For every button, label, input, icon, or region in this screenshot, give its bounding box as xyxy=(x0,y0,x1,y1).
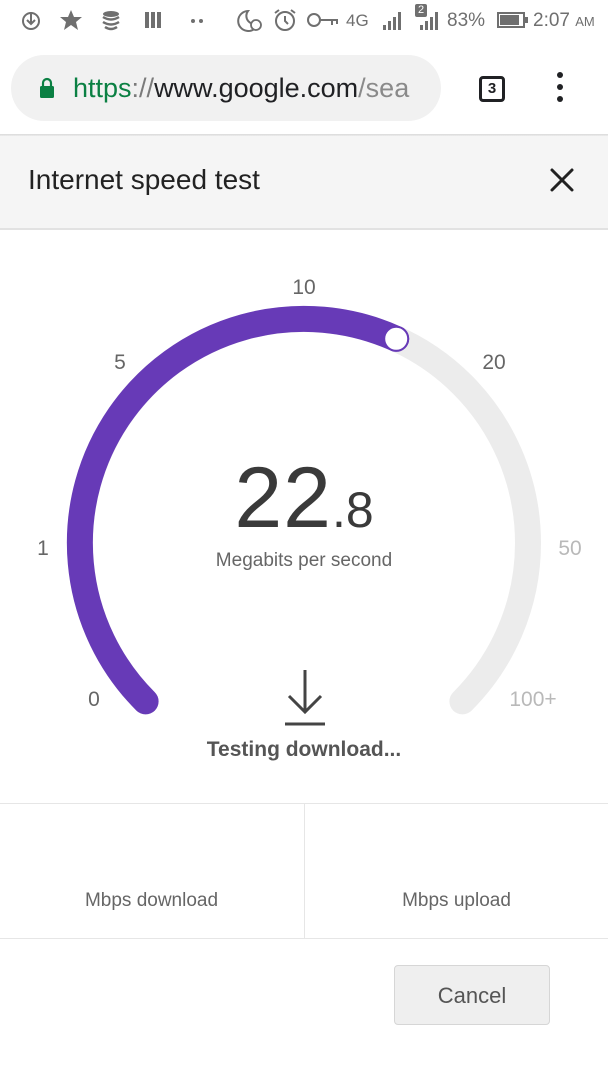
db-icon xyxy=(102,11,120,31)
more-notifications-icon xyxy=(191,19,203,23)
download-label: Mbps download xyxy=(84,890,219,911)
clock-suffix: AM xyxy=(575,14,595,29)
upload-label: Mbps upload xyxy=(402,890,511,911)
moon-clock-icon xyxy=(237,9,262,32)
download-arrow-icon xyxy=(285,670,325,726)
speed-unit: Megabits per second xyxy=(215,550,393,571)
tab-switcher-button[interactable]: 3 xyxy=(479,76,505,102)
results-row: Mbps download Mbps upload xyxy=(0,803,608,939)
book-icon xyxy=(145,12,161,28)
clock: 2:07 AM xyxy=(533,9,595,34)
vpn-key-icon xyxy=(307,13,338,27)
url-scheme: https xyxy=(73,73,132,103)
url-host: www.google.com xyxy=(154,73,359,103)
card-title: Internet speed test xyxy=(28,164,260,195)
lock-icon xyxy=(40,77,54,98)
download-result: Mbps download xyxy=(0,804,303,938)
gauge-tick-label: 10 xyxy=(292,276,316,299)
url-path: /sea xyxy=(358,73,410,103)
speed-decimal: .8 xyxy=(331,482,374,538)
gauge-needle-knob xyxy=(383,325,410,352)
menu-dot xyxy=(557,84,563,90)
alarm-icon xyxy=(274,9,296,31)
url-text[interactable]: https://www.google.com/sea xyxy=(73,72,433,104)
speed-readout: 22.8 xyxy=(0,448,608,560)
browser-toolbar: https://www.google.com/sea 3 xyxy=(0,40,608,134)
menu-dot xyxy=(557,96,563,102)
avast-icon xyxy=(60,10,82,30)
battery-icon xyxy=(497,12,528,28)
signal-sim1-icon xyxy=(383,12,401,30)
download-notification-icon xyxy=(22,12,40,30)
signal-sim2-icon xyxy=(420,12,438,30)
card-header: Internet speed test xyxy=(0,136,608,230)
status-bar: 4G 2 83% 2:07 AM xyxy=(0,0,608,40)
omnibox[interactable]: https://www.google.com/sea xyxy=(11,55,441,121)
cancel-button[interactable]: Cancel xyxy=(394,965,550,1025)
gauge-tick-label: 100+ xyxy=(509,688,557,711)
network-type-label: 4G xyxy=(346,11,369,30)
gauge-tick-label: 5 xyxy=(114,351,126,374)
speed-integer: 22 xyxy=(234,450,332,546)
upload-result: Mbps upload xyxy=(304,804,608,938)
battery-percent: 83% xyxy=(447,10,486,31)
clock-time: 2:07 xyxy=(533,10,570,31)
gauge-tick-label: 0 xyxy=(88,688,100,711)
gauge-tick-label: 20 xyxy=(482,351,506,374)
test-status: Testing download... xyxy=(206,738,402,761)
close-icon[interactable] xyxy=(544,162,580,198)
menu-dot xyxy=(557,72,563,78)
overflow-menu-icon[interactable] xyxy=(552,72,568,106)
url-separator: :// xyxy=(131,73,155,103)
